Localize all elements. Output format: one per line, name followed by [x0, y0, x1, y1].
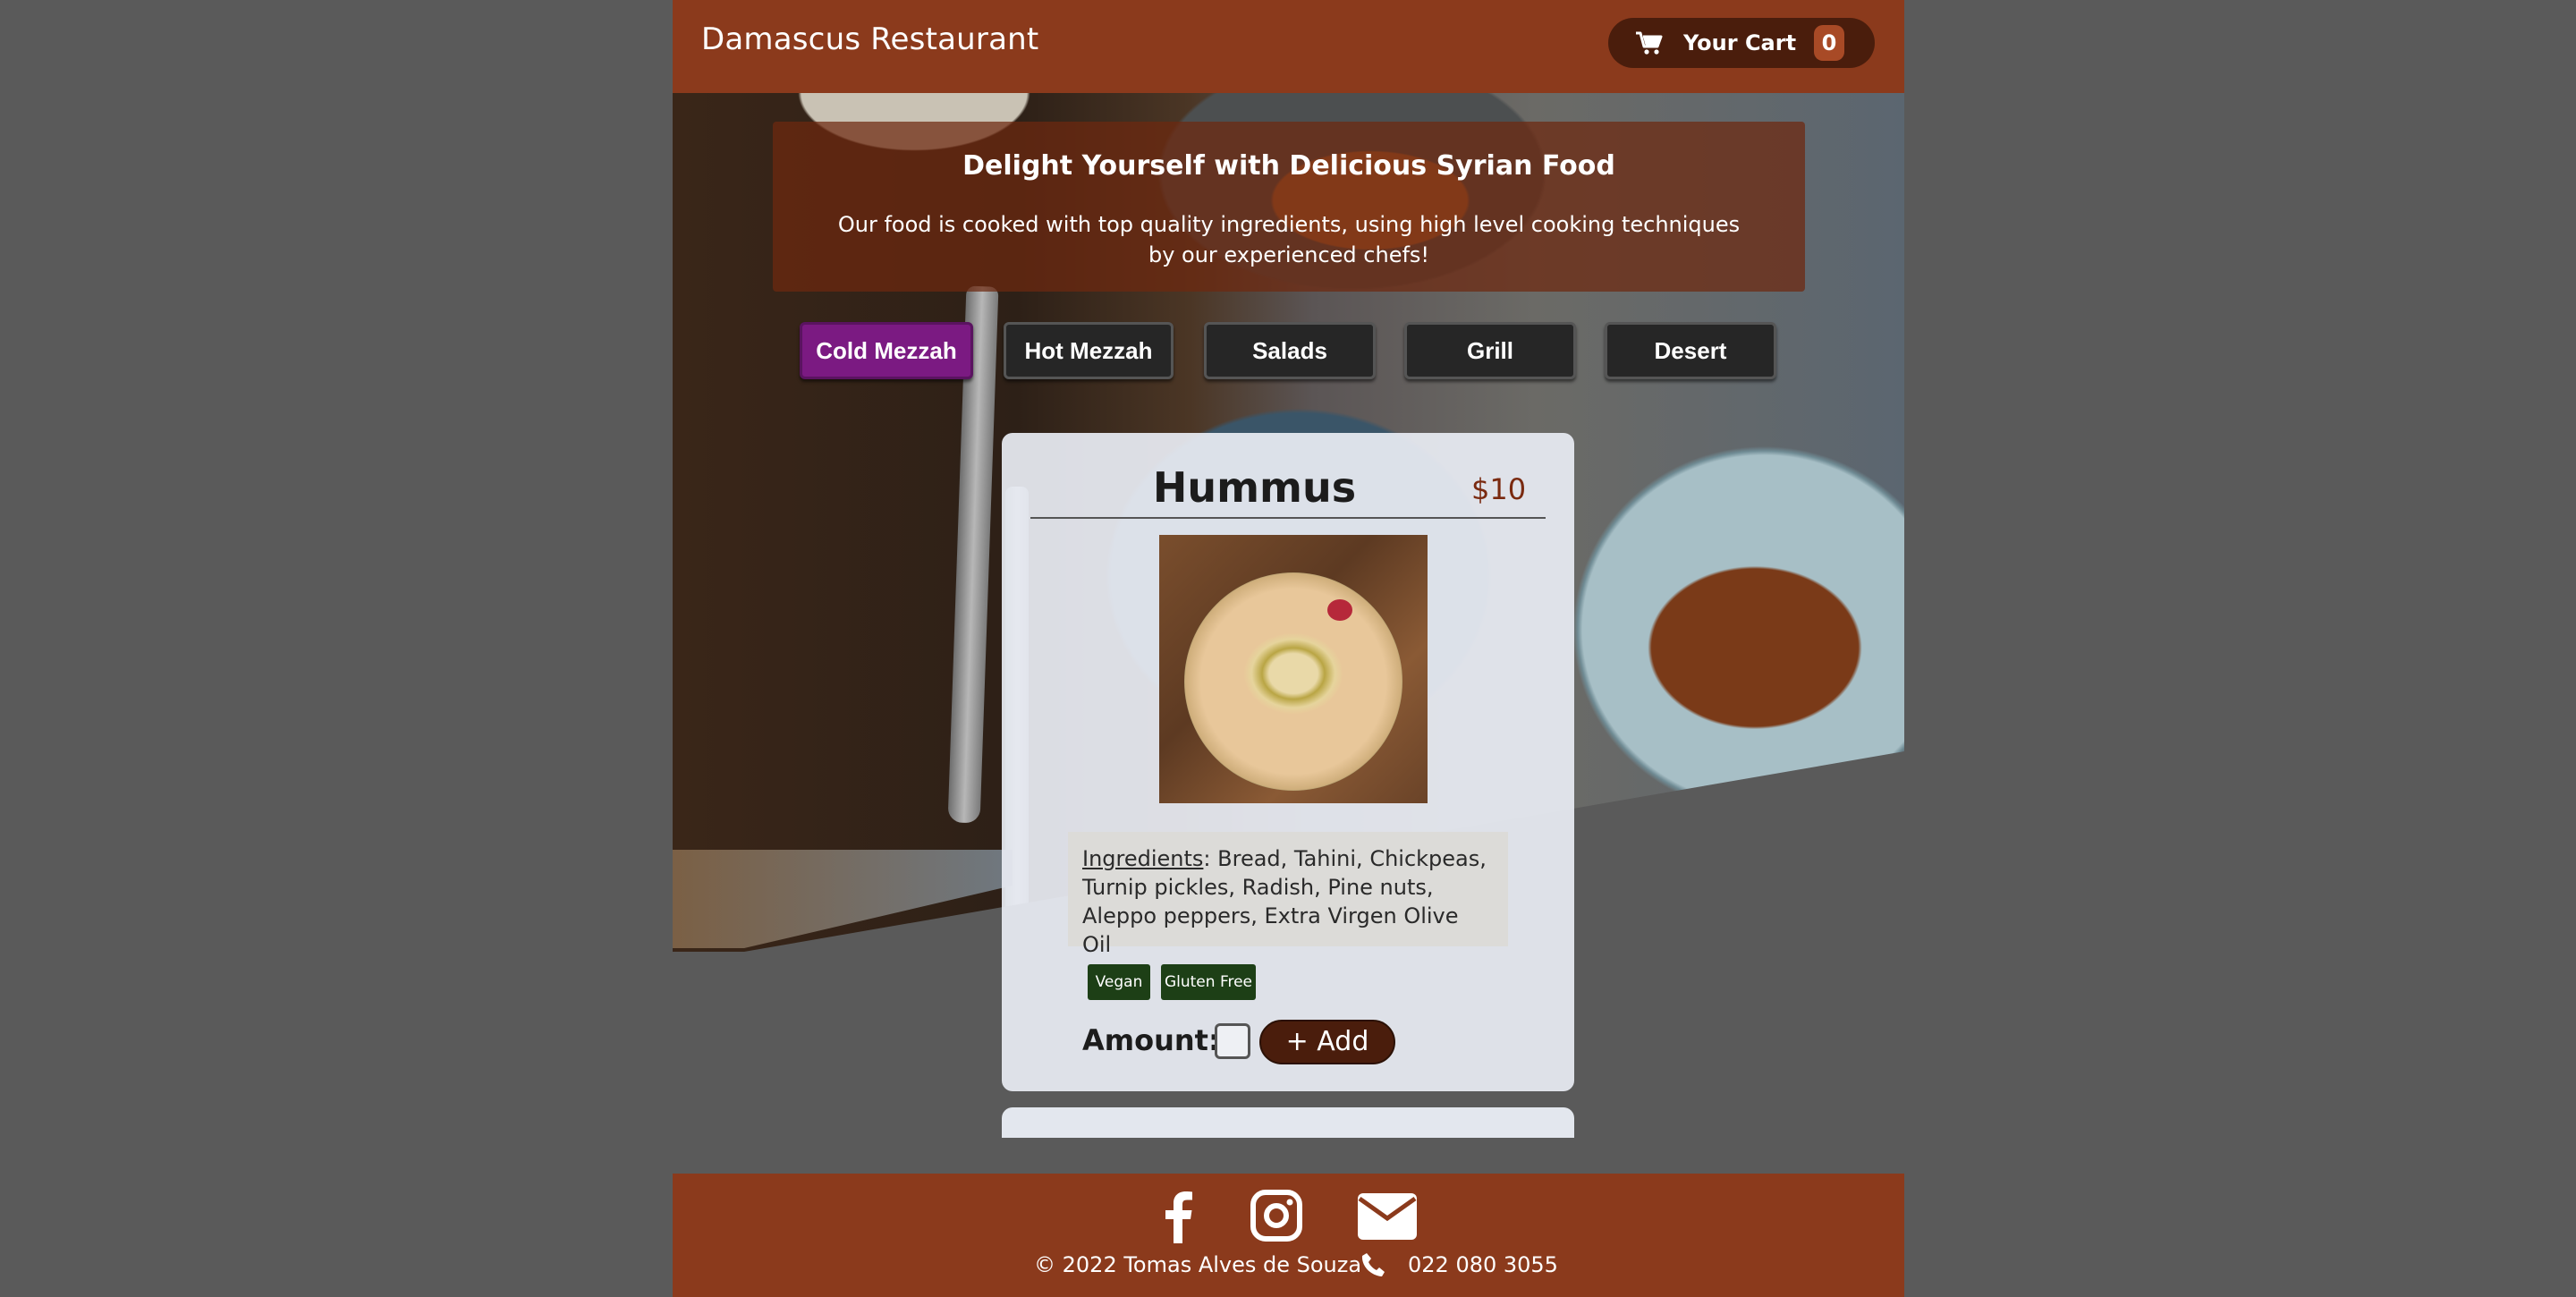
facebook-icon[interactable] — [1159, 1188, 1195, 1243]
vegan-badge: Vegan — [1088, 964, 1150, 1000]
phone-number[interactable]: 022 080 3055 — [1408, 1252, 1558, 1277]
dish-card: Hummus $10 Ingredients: Bread, Tahini, C… — [1002, 433, 1574, 1091]
dish-photo — [1159, 535, 1428, 803]
cart-button[interactable]: Your Cart 0 — [1608, 18, 1875, 68]
radish-graphic — [1327, 599, 1352, 621]
tab-desert[interactable]: Desert — [1605, 322, 1776, 379]
intro-banner: Delight Yourself with Delicious Syrian F… — [773, 122, 1805, 292]
gluten-free-badge: Gluten Free — [1161, 964, 1256, 1000]
app-root: Damascus Restaurant Your Cart 0 Delight … — [673, 0, 1904, 1297]
brand-title[interactable]: Damascus Restaurant — [701, 21, 1038, 57]
intro-title: Delight Yourself with Delicious Syrian F… — [962, 150, 1615, 182]
divider — [1030, 517, 1546, 519]
copyright-text: © 2022 Tomas Alves de Souza — [1034, 1252, 1362, 1277]
cart-count-badge: 0 — [1814, 25, 1844, 61]
shopping-cart-icon — [1636, 31, 1663, 55]
dish-price: $10 — [1471, 472, 1527, 506]
envelope-icon[interactable] — [1358, 1193, 1417, 1240]
tab-cold-mezzah[interactable]: Cold Mezzah — [800, 322, 973, 379]
olive-oil-graphic — [1244, 633, 1343, 714]
intro-text: Our food is cooked with top quality ingr… — [837, 212, 1741, 267]
amount-input[interactable] — [1215, 1023, 1250, 1059]
ingredients-label: Ingredients — [1082, 846, 1204, 871]
tab-salads[interactable]: Salads — [1204, 322, 1376, 379]
dish-name: Hummus — [1152, 463, 1357, 512]
next-dish-card — [1002, 1107, 1574, 1138]
ingredients-box: Ingredients: Bread, Tahini, Chickpeas, T… — [1068, 832, 1508, 957]
phone-icon — [1361, 1253, 1385, 1276]
tab-hot-mezzah[interactable]: Hot Mezzah — [1004, 322, 1174, 379]
tab-grill[interactable]: Grill — [1404, 322, 1576, 379]
cart-label: Your Cart — [1683, 30, 1797, 55]
footer: © 2022 Tomas Alves de Souza 022 080 3055 — [673, 1174, 1904, 1297]
add-to-cart-button[interactable]: + Add — [1259, 1020, 1395, 1064]
top-navbar: Damascus Restaurant Your Cart 0 — [673, 0, 1904, 93]
amount-label: Amount: — [1082, 1023, 1220, 1057]
instagram-icon[interactable] — [1250, 1190, 1302, 1242]
